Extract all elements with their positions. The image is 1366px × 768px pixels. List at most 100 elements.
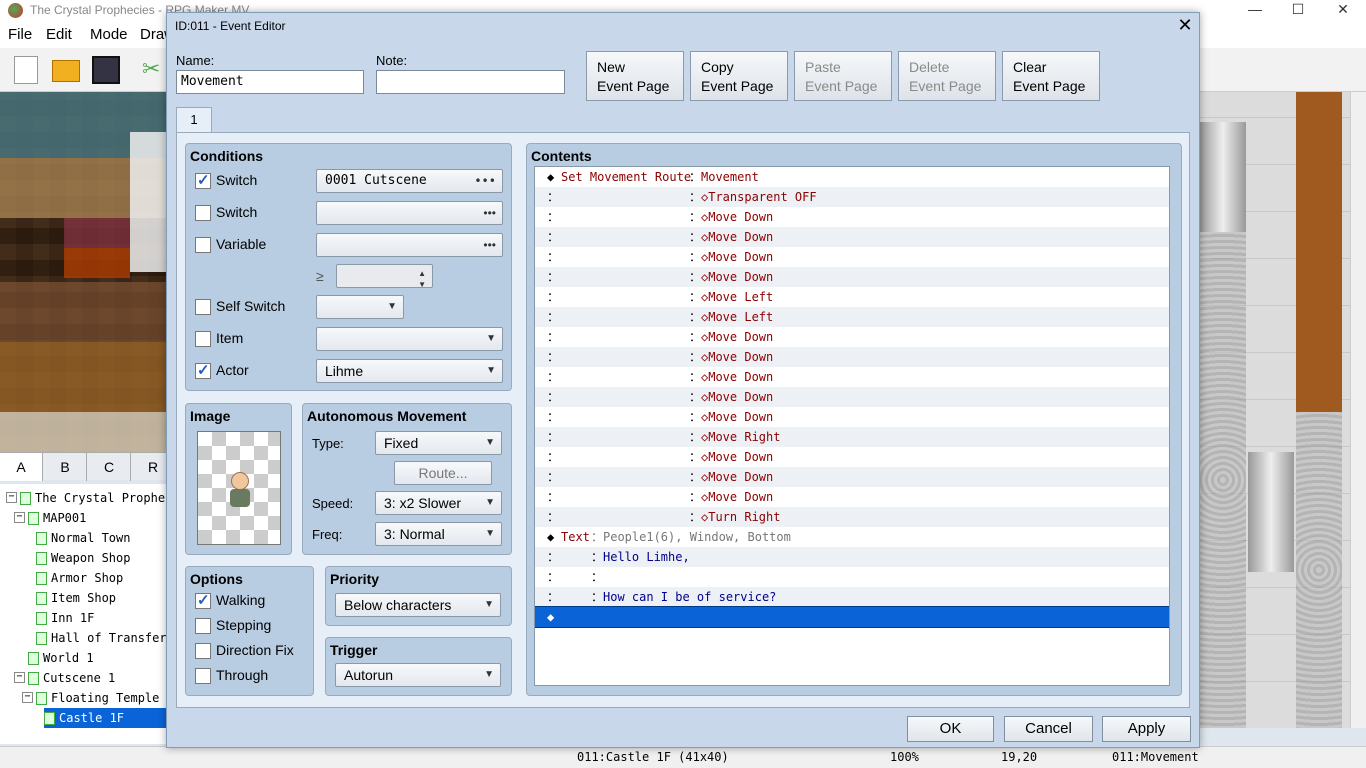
command-row[interactable]: ：： ◇Move Down — [535, 387, 1169, 407]
tile-tab-b[interactable]: B — [44, 453, 87, 481]
command-row[interactable]: ：： ◇Move Down — [535, 407, 1169, 427]
trigger-select[interactable]: Autorun ▼ — [335, 663, 501, 687]
type-select[interactable]: Fixed ▼ — [375, 431, 502, 455]
copy-event-page-button[interactable]: Copy Event Page — [690, 51, 788, 101]
map-tree-item[interactable]: Item Shop — [36, 588, 116, 608]
through-checkbox[interactable] — [195, 668, 211, 684]
map-tree-item[interactable]: − The Crystal Prophe — [6, 488, 165, 508]
command-row[interactable]: ：： ◇Move Down — [535, 227, 1169, 247]
conditions-panel: Conditions Switch 0001 Cutscene••• Switc… — [185, 143, 512, 391]
command-row[interactable]: ◆ Text： People1(6), Window, Bottom — [535, 527, 1169, 547]
menu-file[interactable]: File — [8, 26, 32, 43]
switch1-select[interactable]: 0001 Cutscene ••• — [316, 169, 503, 193]
ok-button[interactable]: OK — [907, 716, 994, 742]
map-tree-item[interactable]: Castle 1F — [44, 708, 166, 728]
map-tree-item[interactable]: World 1 — [28, 648, 94, 668]
freq-select[interactable]: 3: Normal ▼ — [375, 522, 502, 546]
cobblestone-floor — [1200, 232, 1246, 728]
command-row[interactable]: ：： ◇Move Down — [535, 327, 1169, 347]
command-separator: ： — [689, 310, 702, 324]
paste-event-page-button[interactable]: Paste Event Page — [794, 51, 892, 101]
open-project-icon[interactable] — [52, 60, 80, 82]
apply-button[interactable]: Apply — [1102, 716, 1191, 742]
command-separator: ： — [689, 450, 702, 464]
command-row[interactable]: ：： ◇Move Down — [535, 487, 1169, 507]
collapse-toggle-icon[interactable]: − — [14, 672, 25, 683]
map-icon — [36, 572, 47, 585]
command-row[interactable]: ：： ◇Transparent OFF — [535, 187, 1169, 207]
collapse-toggle-icon[interactable]: − — [14, 512, 25, 523]
command-row[interactable]: ：： ◇Turn Right — [535, 507, 1169, 527]
priority-select[interactable]: Below characters ▼ — [335, 593, 501, 617]
menu-mode[interactable]: Mode — [90, 26, 128, 43]
clear-event-page-button[interactable]: Clear Event Page — [1002, 51, 1100, 101]
map-tree-item[interactable]: Normal Town — [36, 528, 130, 548]
actor-checkbox[interactable] — [195, 361, 211, 379]
tab-page-1[interactable]: 1 — [176, 107, 212, 133]
command-row[interactable]: ：： ◇Move Down — [535, 447, 1169, 467]
delete-event-page-button[interactable]: Delete Event Page — [898, 51, 996, 101]
command-row[interactable]: ：： ◇Move Down — [535, 247, 1169, 267]
self-switch-select[interactable]: ▼ — [316, 295, 404, 319]
command-row[interactable]: ：： ◇Move Down — [535, 367, 1169, 387]
command-row[interactable]: ：： ◇Move Down — [535, 267, 1169, 287]
command-row[interactable]: ◆ Set Movement Route： Movement — [535, 167, 1169, 187]
note-input[interactable] — [376, 70, 565, 94]
app-close-button[interactable]: ✕ — [1320, 0, 1366, 22]
item-checkbox[interactable] — [195, 331, 211, 347]
tile-tab-a[interactable]: A — [0, 453, 43, 481]
maximize-button[interactable]: ☐ — [1275, 0, 1321, 22]
command-row[interactable]: ：： ◇Move Right — [535, 427, 1169, 447]
map-icon — [36, 632, 47, 645]
tileset-palette[interactable] — [0, 92, 166, 452]
minimize-button[interactable]: — — [1232, 0, 1278, 22]
map-canvas[interactable] — [1200, 92, 1350, 728]
variable-select[interactable]: ••• — [316, 233, 503, 257]
item-select[interactable]: ▼ — [316, 327, 503, 351]
command-row[interactable]: ：： ◇Move Down — [535, 347, 1169, 367]
walking-checkbox[interactable] — [195, 591, 211, 609]
tile-tab-c[interactable]: C — [88, 453, 131, 481]
map-tree-item[interactable]: − Floating Temple — [22, 688, 159, 708]
command-row[interactable]: ：： ◇Move Left — [535, 287, 1169, 307]
command-row[interactable]: ：： ◇Move Left — [535, 307, 1169, 327]
command-row[interactable]: ：： ◇Move Down — [535, 467, 1169, 487]
switch2-select[interactable]: ••• — [316, 201, 503, 225]
switch2-checkbox[interactable] — [195, 205, 211, 221]
new-project-icon[interactable] — [14, 56, 38, 84]
command-row[interactable]: ：： Hello Limhe, — [535, 547, 1169, 567]
variable-value-spinner[interactable]: ▲ ▼ — [336, 264, 433, 289]
switch1-checkbox[interactable] — [195, 171, 211, 189]
name-input[interactable]: Movement — [176, 70, 364, 94]
map-tree-item[interactable]: Weapon Shop — [36, 548, 130, 568]
map-tree-item[interactable]: Armor Shop — [36, 568, 123, 588]
map-tree-item[interactable]: Inn 1F — [36, 608, 94, 628]
stepping-checkbox[interactable] — [195, 618, 211, 634]
cancel-button[interactable]: Cancel — [1004, 716, 1093, 742]
speed-select[interactable]: 3: x2 Slower ▼ — [375, 491, 502, 515]
dialog-close-button[interactable]: ✕ — [1175, 15, 1195, 36]
command-row[interactable]: ：： ◇Move Down — [535, 207, 1169, 227]
map-icon — [28, 512, 39, 525]
self-switch-checkbox[interactable] — [195, 299, 211, 315]
map-tree-item[interactable]: − MAP001 — [14, 508, 86, 528]
command-marker: ： — [547, 370, 560, 384]
contents-list[interactable]: ◆ Set Movement Route： Movement：： ◇Transpare… — [534, 166, 1170, 686]
direction-fix-checkbox[interactable] — [195, 643, 211, 659]
actor-select[interactable]: Lihme ▼ — [316, 359, 503, 383]
collapse-toggle-icon[interactable]: − — [22, 692, 33, 703]
event-image-preview[interactable] — [197, 431, 281, 545]
command-row[interactable]: ：： How can I be of service? — [535, 587, 1169, 607]
collapse-toggle-icon[interactable]: − — [6, 492, 17, 503]
command-row[interactable]: ◆ — [535, 606, 1169, 628]
variable-checkbox[interactable] — [195, 237, 211, 253]
new-event-page-button[interactable]: New Event Page — [586, 51, 684, 101]
save-project-icon[interactable] — [92, 56, 120, 84]
map-scrollbar[interactable] — [1350, 92, 1366, 728]
map-tree-item[interactable]: − Cutscene 1 — [14, 668, 115, 688]
command-row[interactable]: ：： — [535, 567, 1169, 587]
route-button[interactable]: Route... — [394, 461, 492, 485]
menu-edit[interactable]: Edit — [46, 26, 72, 43]
cut-icon[interactable]: ✂ — [142, 56, 162, 84]
map-tree-item[interactable]: Hall of Transfer — [36, 628, 167, 648]
